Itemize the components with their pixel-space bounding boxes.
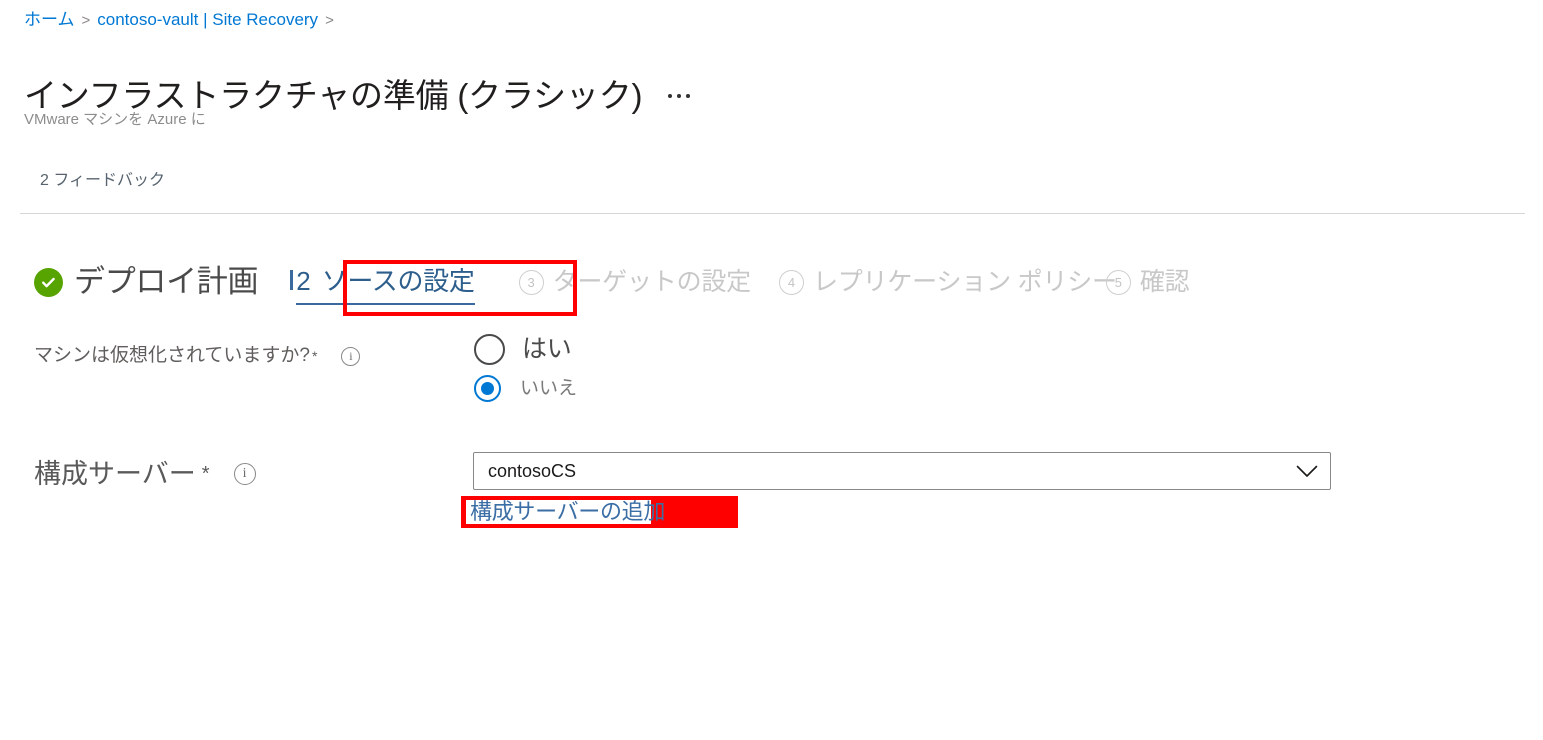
wizard-step-label: ターゲットの設定 [552,268,752,296]
machine-virtualized-label-text: マシンは仮想化されていますか? [34,345,310,366]
ellipsis-dot [686,94,691,99]
radio-inner-dot [481,382,494,395]
ellipsis-horizontal-icon[interactable] [664,88,694,104]
page-subtitle: VMware マシンを Azure に [24,111,206,128]
feedback-link[interactable]: 2 フィードバック [40,170,165,192]
active-step-underline [296,303,475,305]
wizard-step-number-badge: 4 [778,269,804,295]
configuration-server-label: 構成サーバー * i [34,456,256,492]
radio-circle-selected-icon [474,375,501,402]
wizard-step-label: レプリケーション ポリシー [812,268,1117,296]
configuration-server-selected-value: contosoCS [488,461,577,481]
radio-option-label: はい [522,335,572,363]
required-marker: * [201,463,210,485]
wizard-step-number: 2 [296,266,311,296]
wizard-step-replication-policy[interactable]: 4 レプリケーション ポリシー [778,265,1117,299]
breadcrumb: ホーム > contoso-vault | Site Recovery > [24,9,334,32]
wizard-step-number-badge: 5 [1105,269,1131,295]
breadcrumb-item-vault[interactable]: contoso-vault | Site Recovery [97,9,318,31]
machine-virtualized-label: マシンは仮想化されていますか? * i [34,343,361,369]
wizard-step-deploy-plan[interactable]: デプロイ計画 [34,262,259,302]
wizard-step-number-badge: 3 [518,269,544,295]
breadcrumb-separator: > [325,12,334,29]
check-circle-icon [34,267,63,297]
configuration-server-label-text: 構成サーバー [34,459,196,489]
wizard-step-strip: デプロイ計画 2 ソースの設定 3 ターゲットの設定 4 レプリケーション ポリ… [34,258,1190,306]
wizard-step-review[interactable]: 5 確認 [1105,265,1190,299]
machine-virtualized-radio-group: はい いいえ [474,333,577,402]
wizard-step-source-settings[interactable]: 2 ソースの設定 [284,258,486,306]
ellipsis-dot [668,94,673,99]
required-marker: * [312,348,318,364]
info-icon[interactable]: i [233,463,256,485]
header-divider [20,213,1525,214]
wizard-step-target-settings[interactable]: 3 ターゲットの設定 [518,265,752,299]
active-step-caret [290,270,294,290]
radio-option-yes[interactable]: はい [474,333,577,365]
ellipsis-dot [677,94,682,99]
radio-circle-unselected-icon [474,333,505,365]
chevron-down-icon [1296,465,1318,478]
breadcrumb-separator: > [81,12,91,29]
info-icon[interactable]: i [341,346,361,366]
breadcrumb-item-home[interactable]: ホーム [24,9,75,31]
configuration-server-dropdown[interactable]: contosoCS [473,452,1331,490]
wizard-step-label: デプロイ計画 [74,264,259,299]
add-configuration-server-link[interactable]: 構成サーバーの追加 [470,498,665,526]
radio-option-label: いいえ [520,377,578,399]
wizard-step-label: 確認 [1139,268,1190,296]
radio-option-no[interactable]: いいえ [474,375,577,402]
wizard-step-label: ソースの設定 [321,266,475,296]
